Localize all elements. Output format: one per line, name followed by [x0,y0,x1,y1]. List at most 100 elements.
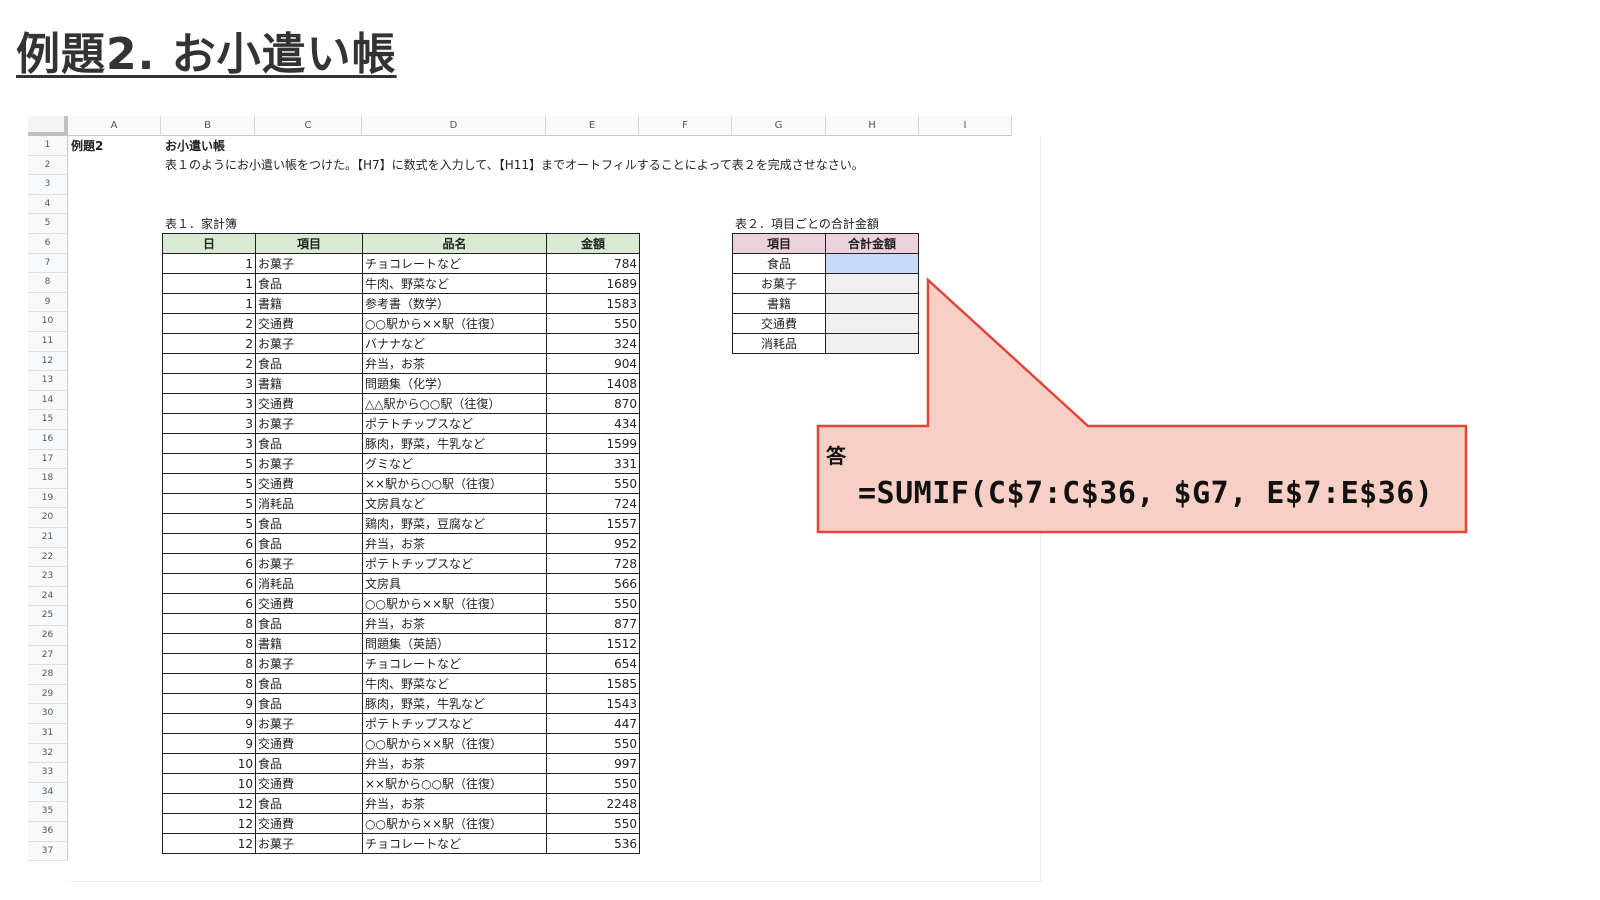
day-cell[interactable]: 8 [162,653,256,674]
amount-cell[interactable]: 331 [546,453,640,474]
item-name-cell[interactable]: 文房具 [362,573,547,594]
day-cell[interactable]: 3 [162,413,256,434]
row-header-7[interactable]: 7 [28,253,68,274]
row-header-1[interactable]: 1 [28,136,68,156]
item-name-cell[interactable]: 牛肉、野菜など [362,673,547,694]
header-total-amount[interactable]: 合計金額 [825,233,919,254]
day-cell[interactable]: 6 [162,553,256,574]
day-cell[interactable]: 6 [162,533,256,554]
row-header-10[interactable]: 10 [28,312,68,332]
row-header-5[interactable]: 5 [28,214,68,234]
category-cell[interactable]: お菓子 [255,833,363,854]
row-header-8[interactable]: 8 [28,273,68,293]
day-cell[interactable]: 5 [162,473,256,494]
day-cell[interactable]: 10 [162,753,256,774]
amount-cell[interactable]: 654 [546,653,640,674]
item-name-cell[interactable]: 弁当，お茶 [362,613,547,634]
row-header-33[interactable]: 33 [28,763,68,783]
item-name-cell[interactable]: ○○駅から××駅（往復） [362,313,547,334]
column-header-g[interactable]: G [732,116,826,136]
amount-cell[interactable]: 324 [546,333,640,354]
row-header-11[interactable]: 11 [28,332,68,352]
day-cell[interactable]: 8 [162,633,256,654]
amount-cell[interactable]: 550 [546,733,640,754]
category-cell[interactable]: 交通費 [255,473,363,494]
total-amount-cell[interactable] [825,313,919,334]
category-cell[interactable]: お菓子 [732,273,826,294]
row-header-27[interactable]: 27 [28,645,68,666]
row-header-36[interactable]: 36 [28,822,68,842]
total-amount-cell[interactable] [825,333,919,354]
amount-cell[interactable]: 2248 [546,793,640,814]
total-amount-cell[interactable] [825,293,919,314]
category-cell[interactable]: 食品 [732,253,826,274]
day-cell[interactable]: 6 [162,573,256,594]
row-header-19[interactable]: 19 [28,488,68,509]
row-header-32[interactable]: 32 [28,743,68,764]
amount-cell[interactable]: 1543 [546,693,640,714]
category-cell[interactable]: 交通費 [255,593,363,614]
cell-a1[interactable]: 例題2 [71,136,103,156]
day-cell[interactable]: 5 [162,453,256,474]
row-header-14[interactable]: 14 [28,390,68,411]
header-day[interactable]: 日 [162,233,256,254]
item-name-cell[interactable]: チョコレートなど [362,653,547,674]
amount-cell[interactable]: 550 [546,473,640,494]
row-header-25[interactable]: 25 [28,606,68,626]
row-header-6[interactable]: 6 [28,234,68,254]
category-cell[interactable]: 交通費 [255,813,363,834]
column-header-b[interactable]: B [161,116,255,136]
category-cell[interactable]: 交通費 [255,313,363,334]
day-cell[interactable]: 1 [162,273,256,294]
amount-cell[interactable]: 1689 [546,273,640,294]
row-header-37[interactable]: 37 [28,841,68,862]
item-name-cell[interactable]: 参考書（数学） [362,293,547,314]
row-header-13[interactable]: 13 [28,371,68,391]
category-cell[interactable]: お菓子 [255,713,363,734]
amount-cell[interactable]: 724 [546,493,640,514]
amount-cell[interactable]: 550 [546,593,640,614]
item-name-cell[interactable]: 弁当，お茶 [362,753,547,774]
column-header-h[interactable]: H [826,116,919,136]
day-cell[interactable]: 3 [162,373,256,394]
category-cell[interactable]: 消耗品 [732,333,826,354]
row-header-4[interactable]: 4 [28,194,68,215]
amount-cell[interactable]: 550 [546,813,640,834]
amount-cell[interactable]: 550 [546,773,640,794]
row-header-2[interactable]: 2 [28,155,68,176]
column-header-c[interactable]: C [255,116,362,136]
total-amount-cell[interactable] [825,273,919,294]
category-cell[interactable]: 食品 [255,353,363,374]
category-cell[interactable]: 書籍 [255,293,363,314]
category-cell[interactable]: お菓子 [255,453,363,474]
category-cell[interactable]: 交通費 [732,313,826,334]
day-cell[interactable]: 5 [162,493,256,514]
category-cell[interactable]: 食品 [255,673,363,694]
total-amount-cell-h7-selected[interactable] [825,253,919,274]
item-name-cell[interactable]: バナナなど [362,333,547,354]
amount-cell[interactable]: 447 [546,713,640,734]
row-header-31[interactable]: 31 [28,724,68,744]
row-header-26[interactable]: 26 [28,626,68,646]
day-cell[interactable]: 2 [162,353,256,374]
day-cell[interactable]: 12 [162,833,256,854]
column-header-i[interactable]: I [919,116,1012,136]
amount-cell[interactable]: 1512 [546,633,640,654]
category-cell[interactable]: 書籍 [255,373,363,394]
row-header-16[interactable]: 16 [28,430,68,450]
category-cell[interactable]: 食品 [255,793,363,814]
row-header-18[interactable]: 18 [28,469,68,489]
item-name-cell[interactable]: ポテトチップスなど [362,553,547,574]
item-name-cell[interactable]: ○○駅から××駅（往復） [362,733,547,754]
row-header-34[interactable]: 34 [28,782,68,803]
day-cell[interactable]: 9 [162,733,256,754]
header-amount[interactable]: 金額 [546,233,640,254]
amount-cell[interactable]: 784 [546,253,640,274]
day-cell[interactable]: 2 [162,313,256,334]
category-cell[interactable]: 食品 [255,433,363,454]
category-cell[interactable]: お菓子 [255,653,363,674]
category-cell[interactable]: 食品 [255,533,363,554]
amount-cell[interactable]: 1408 [546,373,640,394]
item-name-cell[interactable]: 牛肉、野菜など [362,273,547,294]
day-cell[interactable]: 8 [162,673,256,694]
